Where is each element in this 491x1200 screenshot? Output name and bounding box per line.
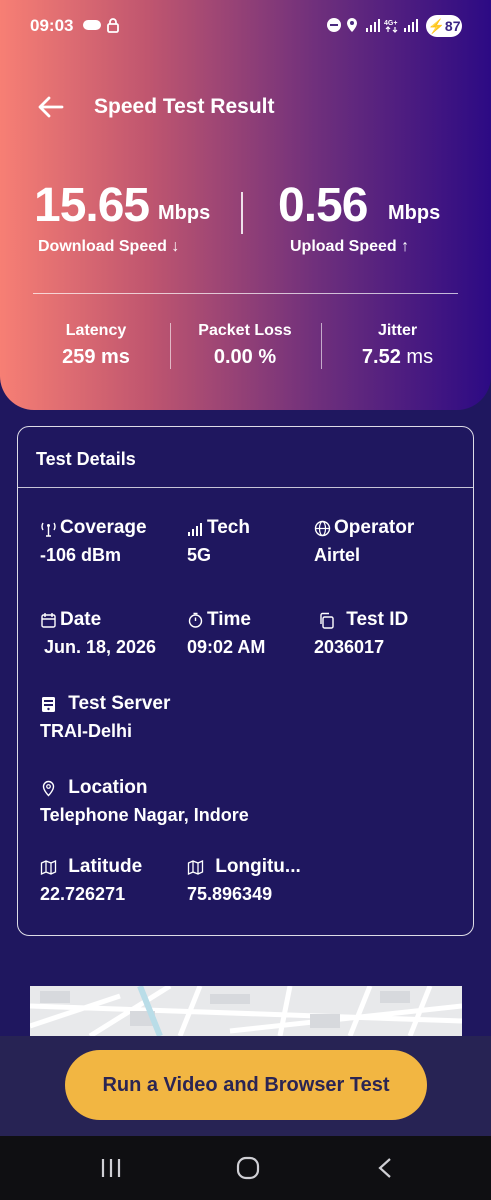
calendar-icon [41,612,56,628]
location-map[interactable] [30,986,462,1036]
latency-unit: ms [101,346,130,368]
home-icon[interactable] [236,1156,260,1180]
location-field: Location Telephone Nagar, Indore [40,777,249,826]
latitude-field: Latitude 22.726271 [40,856,142,905]
time-value: 09:02 AM [187,637,266,657]
battery-level: 87 [444,18,461,34]
download-speed-unit: Mbps [158,202,211,224]
jitter-label: Jitter [377,322,418,339]
antenna-icon [41,522,56,537]
system-nav-bar [0,1136,491,1200]
packet-loss-metric: Packet Loss 0.00 % [185,322,305,369]
copy-icon[interactable] [318,612,335,629]
tech-field: Tech 5G [187,517,250,566]
coverage-value: -106 dBm [40,545,122,565]
test-id-label: Test ID [346,609,409,630]
longitude-field: Longitu... 75.896349 [187,856,301,905]
upload-speed-label: Upload Speed ↑ [290,238,410,255]
back-arrow-icon[interactable] [36,92,66,122]
test-id-field: Test ID 2036017 [314,609,409,658]
tech-label: Tech [207,517,250,538]
test-id-value: 2036017 [314,637,385,657]
latency-metric: Latency 259 ms [46,322,146,369]
metrics-separator [33,293,458,294]
download-speed-label: Download Speed ↓ [38,238,180,255]
timer-icon [188,612,203,628]
download-speed-value: 15.65 [34,179,150,232]
operator-field: Operator Airtel [314,517,414,566]
date-label: Date [60,609,102,630]
notification-icon [83,20,101,30]
result-header-panel: 09:03 4G+ ⚡87 Speed Test Result 15.65 Mb… [0,0,491,410]
status-time: 09:03 [30,16,74,35]
map-icon [40,859,57,875]
test-server-field: Test Server TRAI-Delhi [40,693,170,742]
date-value: Jun. 18, 2026 [44,637,157,657]
longitude-label: Longitu... [215,856,301,877]
tech-value: 5G [187,545,212,565]
coverage-field: Coverage -106 dBm [40,517,147,566]
operator-value: Airtel [314,545,361,565]
recent-apps-icon[interactable] [100,1158,122,1178]
signal-icon [366,19,380,32]
lock-icon [107,18,119,33]
globe-icon [314,520,331,536]
latency-value: 259 [62,346,96,368]
server-icon [42,696,55,712]
location-pin-icon [42,780,55,796]
status-bar: 09:03 4G+ ⚡87 [0,0,491,52]
test-server-value: TRAI-Delhi [40,721,132,741]
svg-text:4G+: 4G+ [384,20,397,27]
packet-loss-label: Packet Loss [198,322,292,339]
location-value: Telephone Nagar, Indore [40,805,249,825]
battery-indicator: ⚡87 [426,15,462,37]
signal-bars-icon [188,522,202,536]
back-nav-icon[interactable] [376,1157,394,1179]
operator-label: Operator [334,517,415,538]
time-field: Time 09:02 AM [187,609,265,658]
speed-divider [241,192,243,234]
map-icon [187,859,204,875]
jitter-metric: Jitter 7.52 ms [350,322,445,369]
coverage-label: Coverage [60,517,147,538]
metric-divider [170,323,171,369]
jitter-value: 7.52 [361,346,401,368]
upload-speed-unit: Mbps [388,202,441,224]
longitude-value: 75.896349 [187,884,273,904]
location-status-icon [347,18,357,32]
dnd-icon [327,18,341,32]
map-tiles [30,986,462,1036]
packet-loss-value: 0.00 [213,346,253,368]
latitude-label: Latitude [68,856,143,877]
latitude-value: 22.726271 [40,884,126,904]
jitter-unit: ms [406,346,434,368]
network-4g-icon: 4G+ [384,20,397,33]
test-details-title: Test Details [36,449,136,469]
card-divider [18,487,473,488]
latency-label: Latency [65,322,127,339]
signal-icon-2 [404,19,418,32]
time-label: Time [207,609,252,630]
page-title: Speed Test Result [94,95,275,118]
test-details-card: Test Details Coverage -106 dBm Tech 5G O… [17,426,474,936]
upload-speed-value: 0.56 [278,179,368,232]
date-field: Date Jun. 18, 2026 [40,609,156,658]
location-label: Location [68,777,148,798]
metric-divider [321,323,322,369]
packet-loss-unit: % [258,346,277,368]
run-video-browser-test-button[interactable]: Run a Video and Browser Test [65,1050,427,1120]
test-server-label: Test Server [68,693,171,714]
